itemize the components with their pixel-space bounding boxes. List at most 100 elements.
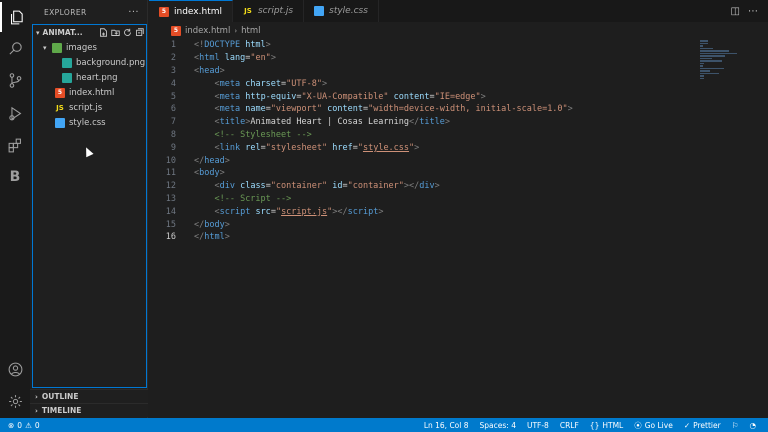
minimap[interactable] bbox=[700, 40, 744, 79]
code-token: meta bbox=[219, 78, 241, 89]
collapse-all-button[interactable] bbox=[134, 28, 144, 38]
code-line[interactable]: 13 <!-- Script --> bbox=[149, 193, 768, 206]
tab-style-css[interactable]: style.css bbox=[304, 0, 379, 22]
minimap-line bbox=[700, 52, 737, 54]
tree-item-index-html[interactable]: 5 index.html bbox=[33, 85, 146, 100]
timeline-section[interactable]: › TIMELINE bbox=[30, 403, 148, 417]
code-line[interactable]: 1 <!DOCTYPE html> bbox=[149, 39, 768, 52]
feedback-button[interactable]: ⚐ bbox=[732, 421, 739, 430]
code-line[interactable]: 12 <div class="container" id="container"… bbox=[149, 180, 768, 193]
minimap-line bbox=[700, 42, 708, 44]
status-bar: ⊗ 0 ⚠ 0 Ln 16, Col 8 Spaces: 4 UTF-8 CRL… bbox=[0, 418, 768, 432]
language-mode[interactable]: {} HTML bbox=[590, 421, 623, 430]
code-text: <body> bbox=[176, 168, 225, 178]
code-token: href bbox=[327, 142, 353, 153]
code-line[interactable]: 6 <meta name="viewport" content="width=d… bbox=[149, 103, 768, 116]
more-icon: ⋯ bbox=[748, 5, 758, 17]
code-token: "X-UA-Compatible" bbox=[301, 91, 389, 102]
code-line[interactable]: 15 </body> bbox=[149, 218, 768, 231]
tree-item-label: heart.png bbox=[76, 72, 118, 83]
split-editor-icon: ◫ bbox=[730, 5, 740, 17]
code-token: "viewport" bbox=[270, 104, 322, 115]
code-line[interactable]: 4 <meta charset="UTF-8"> bbox=[149, 77, 768, 90]
new-file-icon bbox=[99, 28, 107, 37]
new-file-button[interactable] bbox=[98, 28, 108, 38]
go-live-button[interactable]: ⦿ Go Live bbox=[634, 420, 673, 431]
timeline-label: TIMELINE bbox=[41, 406, 82, 415]
outline-section[interactable]: › OUTLINE bbox=[30, 389, 148, 403]
code-token: rel bbox=[240, 142, 261, 153]
code-text: <!-- Script --> bbox=[176, 194, 291, 204]
more-actions-button[interactable]: ⋯ bbox=[748, 6, 758, 17]
image-file-icon bbox=[62, 72, 72, 83]
more-actions-button[interactable]: ··· bbox=[128, 7, 139, 18]
line-number: 11 bbox=[165, 168, 176, 179]
line-number: 2 bbox=[170, 53, 176, 64]
tree-item-style-css[interactable]: style.css bbox=[33, 115, 146, 130]
b-extension-button[interactable]: B bbox=[0, 162, 30, 192]
project-root[interactable]: ▾ ANIMAT... bbox=[33, 25, 146, 40]
project-name: ANIMAT... bbox=[42, 28, 83, 37]
settings-button[interactable] bbox=[0, 386, 30, 416]
account-button[interactable] bbox=[0, 354, 30, 384]
code-line[interactable]: 3 <head> bbox=[149, 65, 768, 78]
code-line[interactable]: 11 <body> bbox=[149, 167, 768, 180]
code-editor[interactable]: 1 <!DOCTYPE html> 2 <html lang="en"> 3 <head>… bbox=[149, 39, 768, 418]
tab-label: style.css bbox=[329, 6, 368, 16]
line-ending[interactable]: CRLF bbox=[560, 421, 579, 430]
tree-item-images[interactable]: ▾ images bbox=[33, 40, 146, 55]
chevron-down-icon: ▾ bbox=[36, 28, 40, 37]
code-line[interactable]: 7 <title>Animated Heart | Cosas Learning… bbox=[149, 116, 768, 129]
tab-index-html[interactable]: 5 index.html bbox=[149, 0, 233, 22]
minimap-line bbox=[700, 50, 729, 52]
line-number: 15 bbox=[165, 219, 176, 230]
run-debug-button[interactable] bbox=[0, 98, 30, 128]
breadcrumb-element[interactable]: html bbox=[241, 26, 260, 36]
extensions-icon bbox=[8, 138, 21, 152]
extensions-button[interactable] bbox=[0, 130, 30, 160]
tree-item-heart-png[interactable]: heart.png bbox=[33, 70, 146, 85]
indentation[interactable]: Spaces: 4 bbox=[480, 421, 516, 430]
tree-item-background-png[interactable]: background.png bbox=[33, 55, 146, 70]
code-token: > bbox=[414, 142, 420, 153]
code-token: "IE=edge" bbox=[434, 91, 481, 102]
editor-tabs: 5 index.html JS script.js style.css ◫ ⋯ bbox=[149, 0, 768, 22]
tree-item-label: index.html bbox=[69, 87, 115, 98]
code-token: script.js bbox=[281, 206, 328, 217]
code-line[interactable]: 10 </head> bbox=[149, 154, 768, 167]
encoding[interactable]: UTF-8 bbox=[527, 421, 549, 430]
code-line[interactable]: 14 <script src="script.js"></script> bbox=[149, 205, 768, 218]
tab-script-js[interactable]: JS script.js bbox=[233, 0, 305, 22]
code-token: > bbox=[219, 168, 225, 179]
tree-item-script-js[interactable]: JS script.js bbox=[33, 100, 146, 115]
code-text: <html lang="en"> bbox=[176, 53, 276, 63]
source-control-button[interactable] bbox=[0, 65, 30, 95]
run-debug-icon bbox=[8, 106, 21, 120]
code-token: html bbox=[199, 53, 220, 64]
code-token: Animated Heart | Cosas Learning bbox=[250, 117, 409, 128]
code-line[interactable]: 5 <meta http-equiv="X-UA-Compatible" con… bbox=[149, 90, 768, 103]
cursor-position[interactable]: Ln 16, Col 8 bbox=[424, 421, 469, 430]
code-line[interactable]: 8 <!-- Stylesheet --> bbox=[149, 129, 768, 142]
minimap-line bbox=[700, 55, 725, 57]
problems-button[interactable]: ⊗ 0 ⚠ 0 bbox=[8, 421, 40, 430]
breadcrumb-file[interactable]: index.html bbox=[185, 26, 230, 36]
code-line[interactable]: 9 <link rel="stylesheet" href="style.css… bbox=[149, 141, 768, 154]
code-line[interactable]: 2 <html lang="en"> bbox=[149, 52, 768, 65]
search-button[interactable] bbox=[0, 33, 30, 63]
prettier-button[interactable]: ✓ Prettier bbox=[684, 421, 721, 430]
js-icon: JS bbox=[244, 7, 252, 15]
outline-label: OUTLINE bbox=[41, 392, 79, 401]
refresh-button[interactable] bbox=[122, 28, 132, 38]
split-editor-button[interactable]: ◫ bbox=[731, 6, 740, 17]
notifications-button[interactable]: ◔ bbox=[749, 421, 756, 430]
explorer-button[interactable] bbox=[0, 2, 30, 32]
code-line[interactable]: 16 </html> bbox=[149, 231, 768, 244]
code-token: src bbox=[250, 206, 271, 217]
line-number: 14 bbox=[165, 206, 176, 217]
code-text: <meta http-equiv="X-UA-Compatible" conte… bbox=[176, 91, 485, 102]
new-folder-button[interactable] bbox=[110, 28, 120, 38]
